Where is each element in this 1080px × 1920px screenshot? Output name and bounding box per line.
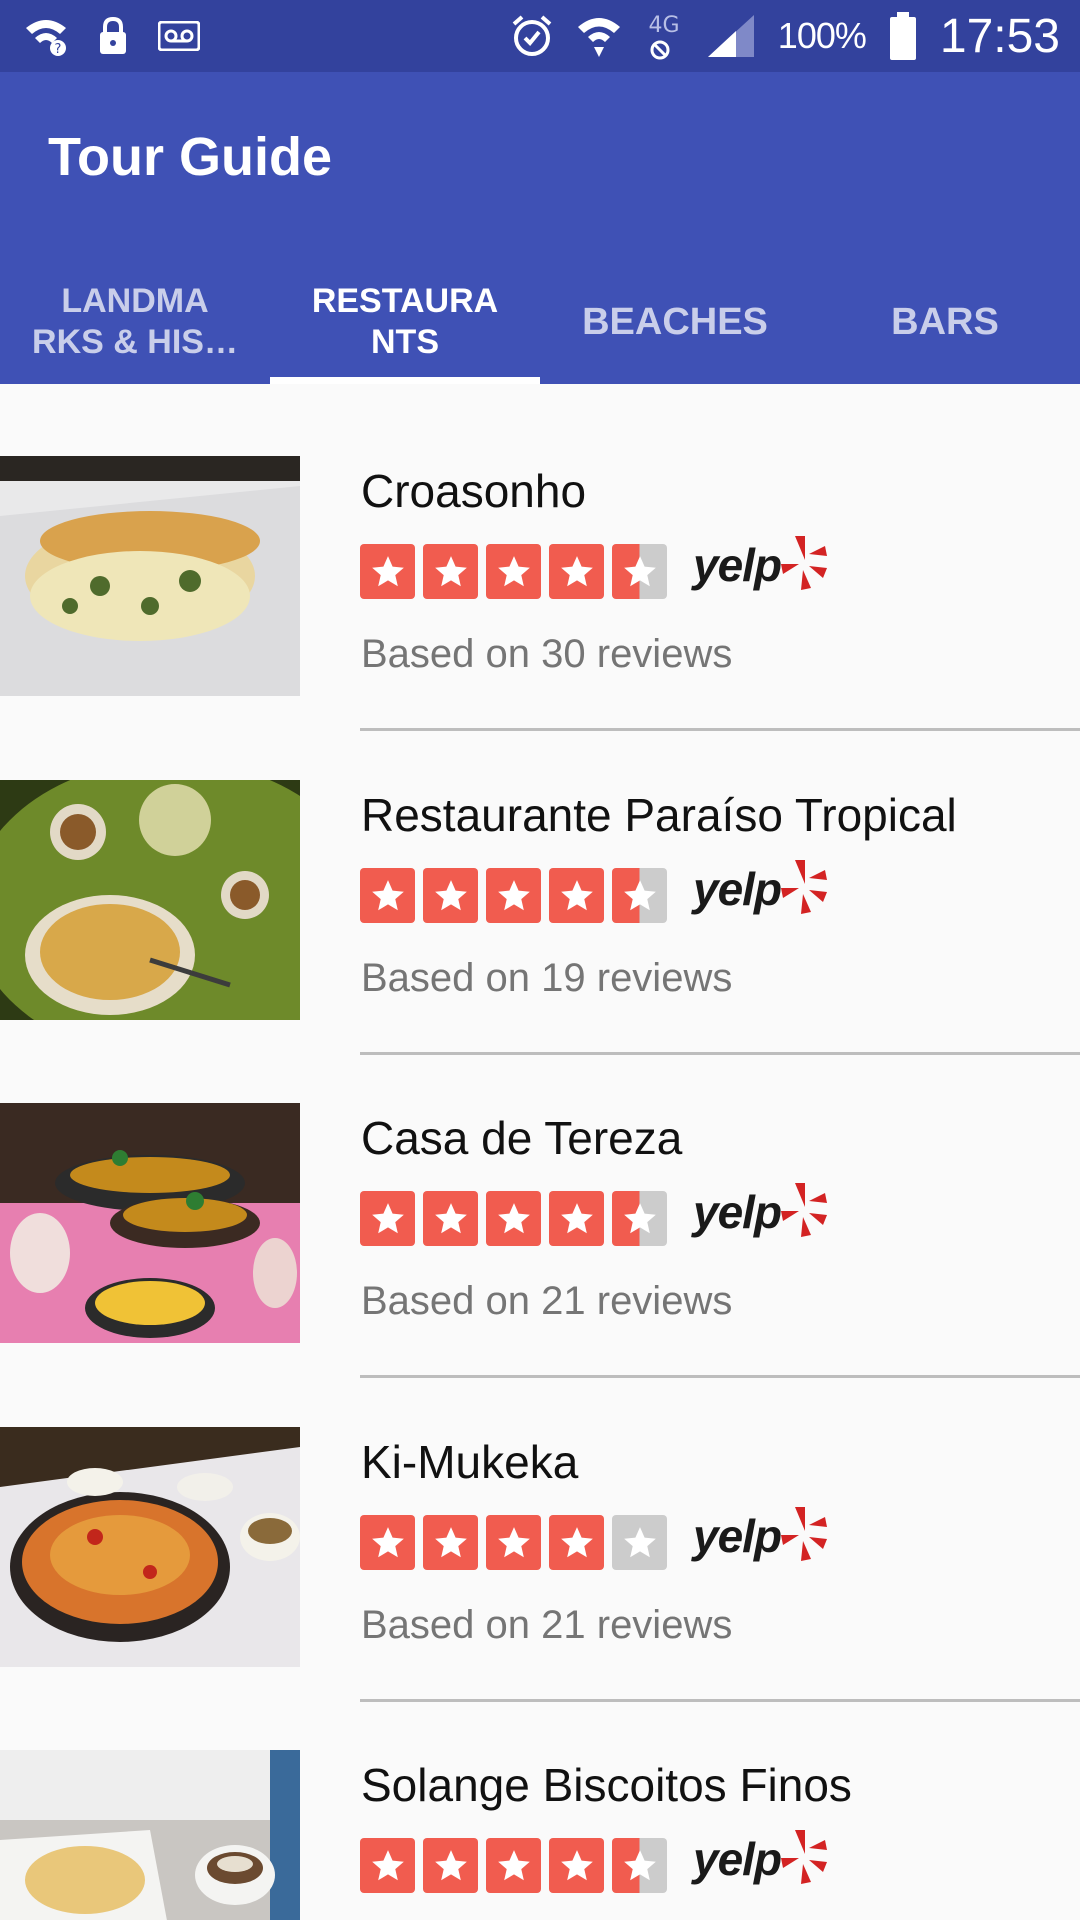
yelp-burst-icon: [781, 1828, 828, 1890]
list-item[interactable]: Restaurante Paraíso Tropical yelp Based …: [0, 708, 1080, 1055]
star-icon: [612, 544, 667, 599]
restaurant-name: Solange Biscoitos Finos: [361, 1759, 852, 1811]
star-icon: [549, 1838, 604, 1893]
star-icon: [423, 544, 478, 599]
star-icon: [549, 1515, 604, 1570]
app-screen: ? 4G 100% 17:53 Tour Guide LANDMA RKS & …: [0, 0, 1080, 1920]
restaurant-photo: [0, 780, 300, 1020]
list-item[interactable]: Casa de Tereza yelp Based on 21 reviews: [0, 1031, 1080, 1378]
star-icon: [612, 868, 667, 923]
review-count: Based on 30 reviews: [361, 632, 733, 676]
star-icon: [612, 1515, 667, 1570]
star-icon: [360, 1191, 415, 1246]
yelp-logo: yelp: [693, 858, 828, 920]
star-icon: [549, 868, 604, 923]
star-icon: [423, 868, 478, 923]
star-icon: [549, 1191, 604, 1246]
tab-landmarks[interactable]: LANDMA RKS & HIS…: [0, 260, 270, 384]
yelp-burst-icon: [781, 534, 828, 596]
lock-icon: [98, 17, 128, 55]
star-icon: [360, 868, 415, 923]
review-count: Based on 21 reviews: [361, 1279, 733, 1323]
list-item[interactable]: Ki-Mukeka yelp Based on 21 reviews: [0, 1355, 1080, 1702]
svg-text:?: ?: [55, 42, 62, 56]
wifi-question-icon: ?: [24, 16, 68, 56]
star-icon: [423, 1838, 478, 1893]
restaurant-photo: [0, 1750, 300, 1920]
restaurant-photo: [0, 1427, 300, 1667]
yelp-burst-icon: [781, 858, 828, 920]
rating-stars: [360, 1515, 667, 1570]
star-icon: [360, 544, 415, 599]
app-title: Tour Guide: [48, 127, 332, 187]
battery-percent: 100%: [777, 15, 867, 56]
restaurant-name: Ki-Mukeka: [361, 1436, 579, 1488]
star-icon: [549, 544, 604, 599]
restaurant-name: Casa de Tereza: [361, 1112, 683, 1164]
battery-icon: [888, 11, 918, 61]
yelp-burst-icon: [781, 1181, 828, 1243]
yelp-logo: yelp: [693, 1181, 828, 1243]
signal-icon: [706, 13, 756, 59]
restaurant-name: Croasonho: [361, 465, 587, 517]
list-item[interactable]: Croasonho yelp Based on 30 reviews: [0, 384, 1080, 731]
yelp-burst-icon: [781, 1505, 828, 1567]
4g-icon: 4G: [644, 10, 684, 62]
star-icon: [360, 1838, 415, 1893]
rating-stars: [360, 1191, 667, 1246]
status-bar: ? 4G 100% 17:53: [0, 0, 1080, 72]
restaurant-photo: [0, 1103, 300, 1343]
star-icon: [612, 1838, 667, 1893]
svg-text:4G: 4G: [648, 13, 679, 38]
star-icon: [486, 544, 541, 599]
restaurant-photo: [0, 456, 300, 696]
list-item[interactable]: Solange Biscoitos Finos yelp: [0, 1678, 1080, 1920]
rating-stars: [360, 868, 667, 923]
restaurant-name: Restaurante Paraíso Tropical: [361, 789, 957, 841]
star-icon: [423, 1515, 478, 1570]
tab-bar: LANDMA RKS & HIS… RESTAURA NTS BEACHES B…: [0, 260, 1080, 384]
review-count: Based on 21 reviews: [361, 1603, 733, 1647]
yelp-logo: yelp: [693, 534, 828, 596]
yelp-logo: yelp: [693, 1505, 828, 1567]
star-icon: [486, 1515, 541, 1570]
review-count: Based on 19 reviews: [361, 956, 733, 1000]
star-icon: [423, 1191, 478, 1246]
star-icon: [486, 868, 541, 923]
rating-stars: [360, 1838, 667, 1893]
app-bar: Tour Guide LANDMA RKS & HIS… RESTAURA NT…: [0, 72, 1080, 384]
clock: 17:53: [939, 9, 1060, 63]
wifi-icon: [576, 13, 622, 59]
rating-stars: [360, 544, 667, 599]
tab-bars[interactable]: BARS: [810, 260, 1080, 384]
yelp-logo: yelp: [693, 1828, 828, 1890]
alarm-icon: [510, 14, 554, 58]
tab-beaches[interactable]: BEACHES: [540, 260, 810, 384]
voicemail-icon: [158, 21, 200, 51]
star-icon: [486, 1191, 541, 1246]
star-icon: [612, 1191, 667, 1246]
tab-restaurants[interactable]: RESTAURA NTS: [270, 260, 540, 384]
star-icon: [360, 1515, 415, 1570]
star-icon: [486, 1838, 541, 1893]
